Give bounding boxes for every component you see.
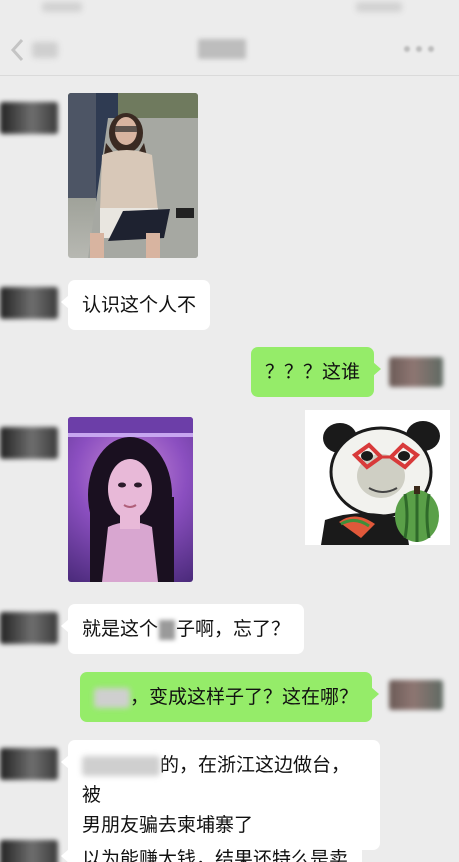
status-icons (356, 2, 402, 12)
chevron-left-icon (10, 38, 24, 62)
chat-sticker-panda[interactable] (305, 410, 450, 545)
my-avatar[interactable] (389, 680, 443, 710)
avatar[interactable] (0, 840, 58, 862)
chat-image-woman-portrait[interactable] (68, 417, 193, 582)
redacted-mosaic (159, 619, 176, 640)
message-text-part: 子啊，忘了？ (176, 618, 291, 640)
chat-title-bar: 群聊 (0, 22, 459, 76)
message-text-part: 就是这个 (82, 618, 159, 640)
message-text: ？？？这谁 (265, 361, 361, 383)
message-line: 的，在浙江这边做台，被 (82, 750, 366, 810)
unread-count (32, 42, 58, 58)
message-bubble[interactable]: 以为能赚大钱，结果还特么是卖 (60, 834, 363, 862)
more-options-icon[interactable] (404, 46, 434, 52)
avatar[interactable] (0, 748, 58, 780)
back-button[interactable] (6, 38, 62, 62)
avatar[interactable] (0, 427, 58, 459)
avatar[interactable] (0, 102, 58, 134)
message-text: 以为能赚大钱，结果还特么是卖 (82, 848, 349, 862)
avatar[interactable] (0, 287, 58, 319)
message-bubble[interactable]: 就是这个 子啊，忘了？ (60, 604, 305, 654)
avatar[interactable] (0, 612, 58, 644)
chat-title: 群聊 (198, 39, 246, 59)
message-text: 认识这个人不 (82, 294, 197, 316)
redacted-text (94, 687, 130, 708)
my-avatar[interactable] (389, 357, 443, 387)
message-text: ，变成这样子了？这在哪？ (130, 686, 359, 708)
message-bubble-outgoing[interactable]: ？？？这谁 (251, 347, 382, 397)
redacted-text (82, 755, 160, 776)
chat-image-woman-tablet[interactable] (68, 93, 198, 258)
message-bubble[interactable]: 认识这个人不 (60, 280, 211, 330)
status-bar (0, 0, 459, 22)
status-time (42, 2, 82, 12)
message-bubble-outgoing[interactable]: ，变成这样子了？这在哪？ (80, 672, 380, 722)
